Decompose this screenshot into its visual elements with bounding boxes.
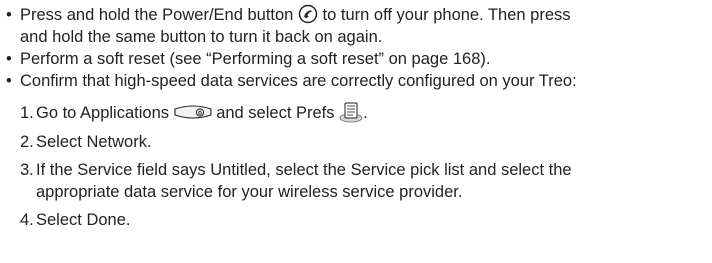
bullet-text: Confirm that high-speed data services ar…: [20, 72, 577, 90]
bullet-text-continuation: and hold the same button to turn it back…: [20, 28, 383, 46]
applications-icon: [174, 104, 212, 120]
bullet-glyph: •: [6, 72, 12, 90]
step-item-done: 4. Select Done.: [0, 209, 712, 231]
step-text: Go to Applications: [36, 104, 169, 122]
bullet-text: Perform a soft reset (see “Performing a …: [20, 50, 491, 68]
bullet-item-confirm-data: • Confirm that high-speed data services …: [0, 70, 712, 92]
bullet-glyph: •: [6, 6, 12, 24]
step-number: 4.: [20, 210, 34, 229]
bullet-text: Press and hold the Power/End button: [20, 6, 294, 24]
step-item-applications: 1. Go to Applications and select Prefs .: [0, 102, 712, 125]
step-text: If the Service field says Untitled, sele…: [36, 160, 572, 179]
step-text: and select Prefs: [216, 104, 335, 122]
troubleshooting-content: • Press and hold the Power/End button to…: [0, 4, 712, 231]
step-number: 2.: [20, 132, 34, 151]
step-number: 3.: [20, 160, 34, 179]
step-text: Select Network.: [36, 132, 152, 151]
step-item-service: 3. If the Service field says Untitled, s…: [0, 159, 712, 181]
bullet-text: to turn off your phone. Then press: [322, 6, 571, 24]
step-text: .: [363, 104, 368, 122]
bullet-glyph: •: [6, 50, 12, 68]
prefs-icon: [339, 101, 363, 123]
bullet-item-power-cycle: • Press and hold the Power/End button to…: [0, 4, 712, 26]
step-text-continuation: appropriate data service for your wirele…: [36, 182, 463, 201]
bullet-item-soft-reset: • Perform a soft reset (see “Performing …: [0, 48, 712, 70]
step-number: 1.: [20, 104, 34, 122]
step-item-network: 2. Select Network.: [0, 131, 712, 153]
step-text: Select Done.: [36, 210, 131, 229]
power-end-button-icon: [298, 4, 318, 24]
